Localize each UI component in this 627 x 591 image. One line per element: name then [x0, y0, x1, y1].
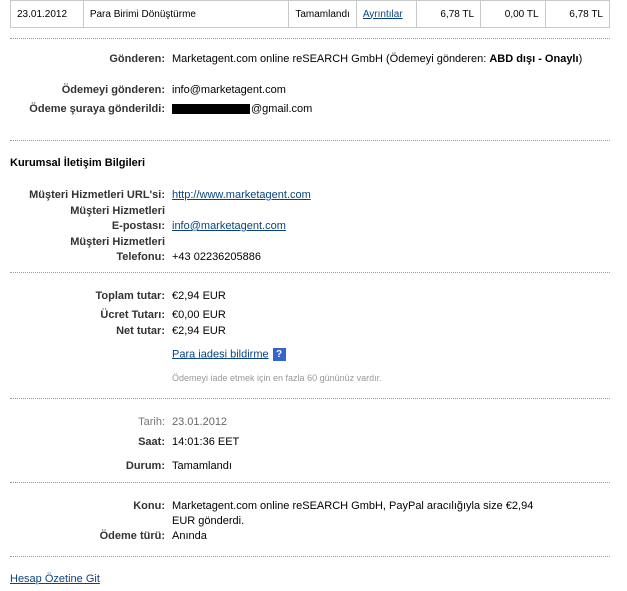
fee-value: €0,00 EUR — [172, 309, 226, 321]
time-label: Saat: — [138, 436, 165, 448]
date-label: Tarih: — [138, 416, 165, 428]
txn-fee: 0,00 TL — [480, 0, 546, 28]
divider — [10, 398, 610, 399]
sent-to-email-domain: @gmail.com — [251, 103, 313, 115]
divider — [10, 272, 610, 273]
details-link[interactable]: Ayrıntılar — [363, 9, 403, 20]
transaction-table: 23.01.2012 Para Birimi Dönüştürme Tamaml… — [10, 0, 611, 28]
url-label: Müşteri Hizmetleri URL'si: — [29, 189, 165, 201]
divider — [10, 556, 610, 557]
net-label: Net tutar: — [116, 325, 165, 337]
sender-value-text: Marketagent.com online reSEARCH GmbH (Öd… — [172, 53, 490, 65]
time-value: 14:01:36 EET — [172, 436, 240, 448]
sender-label: Gönderen: — [109, 53, 165, 65]
date-value: 23.01.2012 — [172, 416, 228, 428]
txn-type: Para Birimi Dönüştürme — [82, 0, 290, 28]
sent-to-value: @gmail.com — [172, 103, 312, 115]
txn-net: 6,78 TL — [544, 0, 611, 28]
fee-label: Ücret Tutarı: — [100, 309, 165, 321]
txn-details-cell: Ayrıntılar — [355, 0, 417, 28]
help-icon[interactable]: ? — [272, 348, 286, 361]
back-to-summary-link[interactable]: Hesap Özetine Git — [10, 573, 100, 585]
contact-section-title: Kurumsal İletişim Bilgileri — [10, 157, 146, 169]
refund-note: Ödemeyi iade etmek için en fazla 60 günü… — [172, 373, 382, 383]
subject-line2: EUR gönderdi. — [172, 515, 245, 527]
payer-label: Ödemeyi gönderen: — [61, 84, 165, 96]
email-label-line2: E-postası: — [111, 220, 165, 232]
email-label-line1: Müşteri Hizmetleri — [70, 205, 165, 217]
redaction-bar — [172, 104, 250, 115]
refund-link[interactable]: Para iadesi bildirme — [172, 348, 269, 360]
total-value: €2,94 EUR — [172, 290, 226, 302]
status-value: Tamamlandı — [172, 460, 232, 472]
customer-service-email-link[interactable]: info@marketagent.com — [172, 220, 286, 232]
phone-value: +43 02236205886 — [172, 251, 262, 263]
customer-service-url-link[interactable]: http://www.marketagent.com — [172, 189, 311, 201]
total-label: Toplam tutar: — [95, 290, 165, 302]
sender-verification-status: ABD dışı - Onaylı — [489, 53, 579, 65]
net-value: €2,94 EUR — [172, 325, 226, 337]
subject-label: Konu: — [133, 500, 165, 512]
url-value-cell: http://www.marketagent.com — [172, 189, 311, 201]
txn-date: 23.01.2012 — [10, 0, 84, 28]
sent-to-label: Ödeme şuraya gönderildi: — [29, 103, 165, 115]
phone-label-line2: Telefonu: — [116, 251, 165, 263]
divider — [10, 38, 610, 39]
payment-type-value: Anında — [172, 530, 207, 542]
footer: Hesap Özetine Git — [10, 573, 100, 585]
sender-value: Marketagent.com online reSEARCH GmbH (Öd… — [172, 53, 592, 66]
sender-value-suffix: ) — [578, 53, 583, 65]
subject-line1: Marketagent.com online reSEARCH GmbH, Pa… — [172, 500, 534, 512]
txn-status: Tamamlandı — [288, 0, 357, 28]
phone-label-line1: Müşteri Hizmetleri — [70, 236, 165, 248]
status-label: Durum: — [125, 460, 165, 472]
divider — [10, 482, 610, 483]
divider — [10, 140, 610, 141]
payment-type-label: Ödeme türü: — [99, 530, 165, 542]
txn-gross: 6,78 TL — [415, 0, 482, 28]
payer-value: info@marketagent.com — [172, 84, 286, 96]
table-row: 23.01.2012 Para Birimi Dönüştürme Tamaml… — [10, 0, 611, 28]
email-value-cell: info@marketagent.com — [172, 220, 286, 232]
refund-row: Para iadesi bildirme? — [172, 348, 286, 361]
